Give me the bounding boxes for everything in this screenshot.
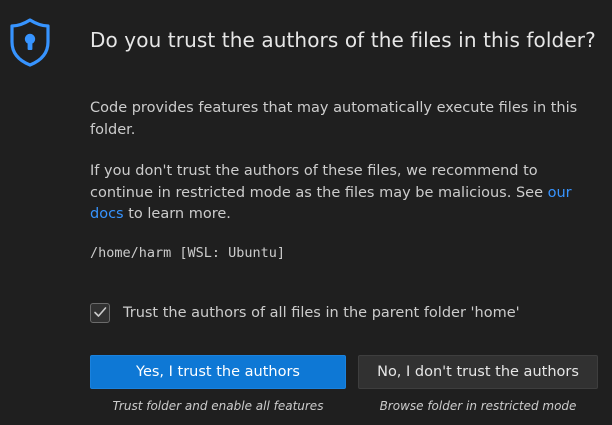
parent-folder-checkbox[interactable] (90, 303, 110, 323)
detail-text-end: to learn more. (123, 206, 231, 222)
dont-trust-button-caption: Browse folder in restricted mode (379, 399, 577, 413)
dialog-detail: If you don't trust the authors of these … (90, 161, 605, 226)
dont-trust-button[interactable]: No, I don't trust the authors (358, 355, 598, 389)
parent-folder-trust-option[interactable]: Trust the authors of all files in the pa… (90, 303, 520, 323)
checkbox-label: Trust the authors of all files in the pa… (123, 305, 520, 321)
trust-button-caption: Trust folder and enable all features (112, 399, 324, 413)
folder-path: /home/harm [WSL: Ubuntu] (90, 245, 286, 261)
shield-lock-icon (6, 16, 54, 68)
checkmark-icon (93, 304, 107, 323)
detail-text: If you don't trust the authors of these … (90, 163, 548, 201)
dialog-title: Do you trust the authors of the files in… (90, 28, 596, 52)
dialog-message: Code provides features that may automati… (90, 100, 578, 138)
workspace-trust-dialog: Do you trust the authors of the files in… (0, 0, 612, 425)
trust-button[interactable]: Yes, I trust the authors (90, 355, 346, 389)
